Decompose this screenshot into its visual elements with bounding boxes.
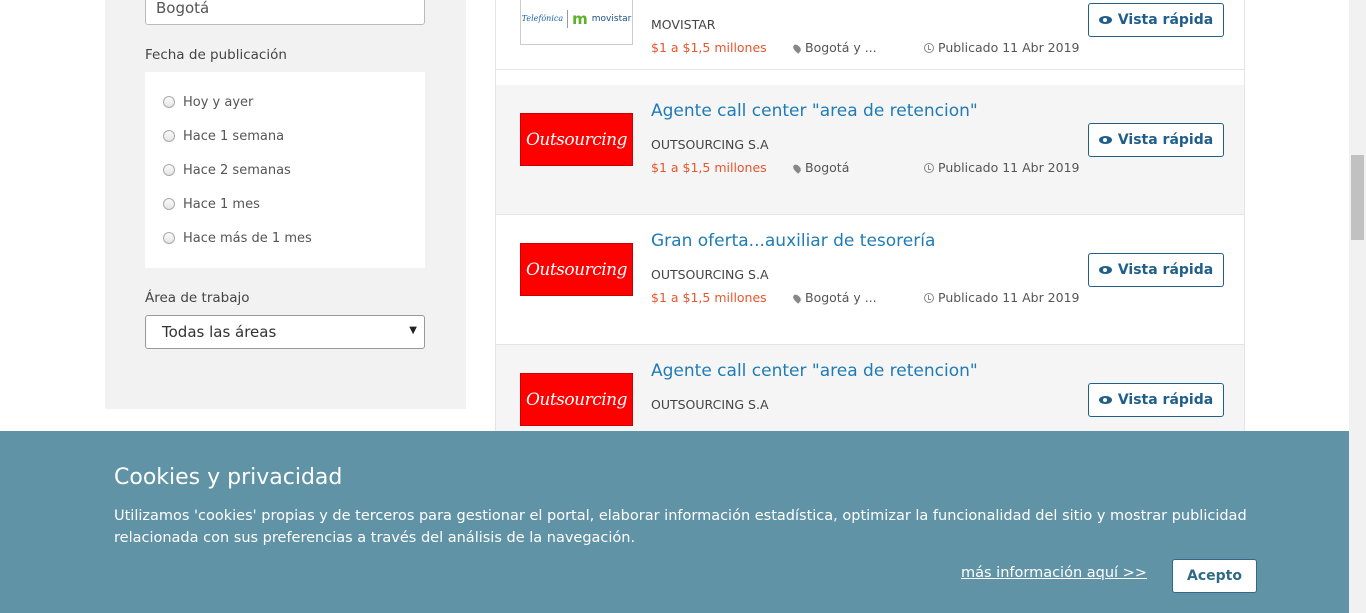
button-label: Vista rápida [1117,392,1214,408]
location-input[interactable]: Bogotá [145,0,425,25]
date-filter-options: Hoy y ayer Hace 1 semana Hace 2 semanas … [145,72,425,268]
job-search-page: Bogotá Fecha de publicación Hoy y ayer H… [0,0,1366,613]
company-name: OUTSOURCING S.A [651,137,769,152]
button-label: Vista rápida [1117,12,1214,28]
published-value: Publicado 11 Abr 2019 [938,40,1080,55]
logo-text: movistar [591,13,632,24]
date-option-label: Hace 1 semana [183,128,285,144]
company-name: OUTSOURCING S.A [651,397,769,412]
salary-range: $1 a $1,5 millones [651,40,767,55]
filter-sidebar: Bogotá Fecha de publicación Hoy y ayer H… [105,0,466,409]
cookie-text: Utilizamos 'cookies' propias y de tercer… [114,508,1247,546]
date-option-2-weeks[interactable]: Hace 2 semanas [163,161,291,179]
logo-text: Outsourcing [525,389,628,410]
date-option-1-week[interactable]: Hace 1 semana [163,127,284,145]
outsourcing-logo: Outsourcing [525,259,628,280]
movistar-logo: Telefónica m movistar [521,9,632,28]
salary-range: $1 a $1,5 millones [651,290,767,305]
location-text: Bogotá y ... [791,290,877,305]
job-offer-list: Telefónica m movistar MOVISTAR $1 a $1,5… [495,0,1245,475]
eye-icon [1098,396,1112,404]
job-offer-card[interactable]: Outsourcing Agente call center "area de … [496,85,1244,215]
company-name: OUTSOURCING S.A [651,267,769,282]
quick-view-button[interactable]: Vista rápida [1088,383,1224,417]
job-title-link[interactable]: Gran oferta...auxiliar de tesorería [651,231,935,251]
button-label: Vista rápida [1117,262,1214,278]
map-marker-icon [791,163,803,174]
date-option-label: Hace más de 1 mes [183,230,312,246]
published-date: Publicado 11 Abr 2019 [924,40,1080,55]
more-info-link[interactable]: más información aquí >> [961,565,1147,581]
accept-cookies-button[interactable]: Acepto [1172,559,1257,593]
job-title-link[interactable]: Agente call center "area de retencion" [651,101,978,121]
company-logo-outsourcing[interactable]: Outsourcing [520,113,633,166]
cookie-banner: Cookies y privacidad Utilizamos 'cookies… [0,431,1349,613]
location-value: Bogotá y ... [805,290,877,305]
location-value: Bogotá [805,160,850,175]
clock-icon [924,293,934,303]
radio-icon[interactable] [163,130,175,142]
movistar-m-icon: m [572,9,588,28]
date-option-today-yesterday[interactable]: Hoy y ayer [163,93,253,111]
date-option-1-month[interactable]: Hace 1 mes [163,195,260,213]
caret-down-icon: ▼ [409,325,417,336]
date-option-label: Hace 2 semanas [183,162,291,178]
company-name: MOVISTAR [651,17,716,32]
location-text: Bogotá [791,160,850,175]
job-title-link[interactable]: Agente call center "area de retencion" [651,361,978,381]
radio-icon[interactable] [163,164,175,176]
date-filter-title: Fecha de publicación [145,47,287,63]
clock-icon [924,163,934,173]
date-option-label: Hoy y ayer [183,94,254,110]
logo-text: Outsourcing [525,129,628,150]
job-offer-card[interactable]: Outsourcing Gran oferta...auxiliar de te… [496,215,1244,345]
company-logo-outsourcing[interactable]: Outsourcing [520,373,633,426]
radio-icon[interactable] [163,232,175,244]
published-date: Publicado 11 Abr 2019 [924,290,1080,305]
quick-view-button[interactable]: Vista rápida [1088,123,1224,157]
cookie-title: Cookies y privacidad [114,465,343,490]
page-scrollbar[interactable] [1349,0,1366,613]
published-value: Publicado 11 Abr 2019 [938,160,1080,175]
location-value: Bogotá y ... [805,40,877,55]
logo-text: Telefónica [521,14,564,23]
published-value: Publicado 11 Abr 2019 [938,290,1080,305]
company-logo-outsourcing[interactable]: Outsourcing [520,243,633,296]
job-offer-card[interactable]: Telefónica m movistar MOVISTAR $1 a $1,5… [496,0,1244,70]
salary-range: $1 a $1,5 millones [651,160,767,175]
logo-text: Outsourcing [525,259,628,280]
area-select[interactable]: Todas las áreas ▼ [145,315,425,349]
eye-icon [1098,266,1112,274]
published-date: Publicado 11 Abr 2019 [924,160,1080,175]
company-logo-movistar[interactable]: Telefónica m movistar [520,0,633,45]
location-text: Bogotá y ... [791,40,877,55]
quick-view-button[interactable]: Vista rápida [1088,3,1224,37]
eye-icon [1098,16,1112,24]
scrollbar-thumb[interactable] [1351,155,1364,240]
map-marker-icon [791,43,803,54]
eye-icon [1098,136,1112,144]
outsourcing-logo: Outsourcing [525,129,628,150]
area-filter-title: Área de trabajo [145,290,250,306]
date-option-over-1-month[interactable]: Hace más de 1 mes [163,229,312,247]
quick-view-button[interactable]: Vista rápida [1088,253,1224,287]
logo-divider [567,9,569,28]
outsourcing-logo: Outsourcing [525,389,628,410]
radio-icon[interactable] [163,198,175,210]
area-select-value: Todas las áreas [162,323,277,341]
map-marker-icon [791,293,803,304]
button-label: Vista rápida [1117,132,1214,148]
radio-icon[interactable] [163,96,175,108]
date-option-label: Hace 1 mes [183,196,260,212]
clock-icon [924,43,934,53]
